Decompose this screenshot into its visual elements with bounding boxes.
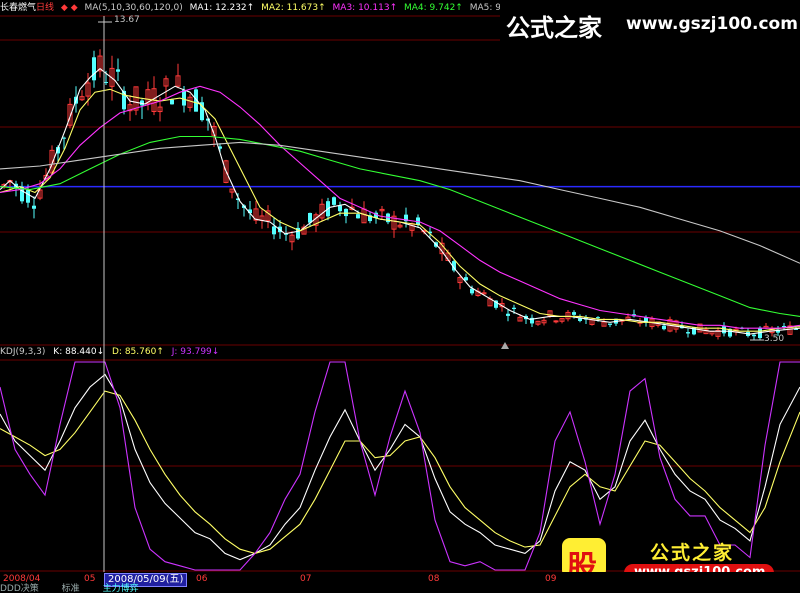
candle-body-down <box>182 90 186 106</box>
candle-body-down <box>596 317 600 319</box>
kdj-line-d <box>0 390 800 554</box>
candle-body-down <box>608 323 612 325</box>
date-label-jul: 07 <box>300 574 312 584</box>
ma-line-ma5 <box>0 141 800 264</box>
kdj-j-value: J: 93.799↓ <box>171 347 220 357</box>
candle-body-down <box>26 190 30 203</box>
watermark-top-title: 公式之家 <box>506 14 602 42</box>
tab-ddd[interactable]: DDD决策 <box>0 584 39 593</box>
low-price-label: 3.50 <box>764 334 785 344</box>
marker-icon: ◆ ◆ <box>60 3 78 13</box>
kdj-label: KDJ(9,3,3) <box>0 347 46 357</box>
candle-body-down <box>356 214 360 219</box>
ma2-value: MA2: 11.673↑ <box>261 3 326 13</box>
candle-body-down <box>512 307 516 310</box>
chart-canvas[interactable] <box>0 0 800 593</box>
price-panel-header: 长春燃气日线 ◆ ◆ MA(5,10,30,60,120,0) MA1: 12.… <box>0 0 500 16</box>
candle-body-down <box>332 197 336 205</box>
candle-body-down <box>752 334 756 337</box>
candle-body-down <box>32 205 36 209</box>
candle-body-down <box>578 318 582 321</box>
candle-body-down <box>572 312 576 315</box>
candle-body-down <box>506 313 510 316</box>
tab-main-force[interactable]: 主力博弈 <box>103 584 139 593</box>
high-price-label: 13.67 <box>114 15 140 25</box>
watermark-bottom-title: 公式之家 <box>650 542 735 564</box>
date-label-aug: 08 <box>428 574 440 584</box>
candle-body-down <box>272 226 276 235</box>
ma5-value: MA5: 9.370↑ <box>469 3 500 13</box>
watermark-top-url: www.gszj100.com <box>626 14 798 34</box>
date-label-sep: 09 <box>545 574 557 584</box>
ma-line-ma1 <box>0 67 800 335</box>
candle-body-down <box>782 326 786 328</box>
kdj-panel-header: KDJ(9,3,3) K: 88.440↓ D: 85.760↑ J: 93.7… <box>0 345 224 359</box>
date-label-jun: 06 <box>196 574 208 584</box>
candle-body-up <box>553 320 559 323</box>
stock-name: 长春燃气 <box>0 3 37 13</box>
ma3-value: MA3: 10.113↑ <box>332 3 398 13</box>
indicator-tabs: DDD决策 标准 主力博弈 <box>0 585 159 593</box>
candle-body-down <box>116 69 120 72</box>
candle-body-down <box>92 57 96 81</box>
ma-params-label: MA(5,10,30,60,120,0) <box>84 3 183 13</box>
candle-body-down <box>722 326 726 334</box>
candle-body-down <box>308 212 312 223</box>
kdj-d-value: D: 85.760↑ <box>112 347 164 357</box>
ma-line-ma2 <box>0 88 800 332</box>
candle-body-down <box>344 208 348 217</box>
candle-body-down <box>338 205 342 212</box>
candle-body-down <box>686 332 690 334</box>
kdj-k-value: K: 88.440↓ <box>53 347 105 357</box>
candle-body-down <box>104 81 108 83</box>
period-label: 日线 <box>36 3 55 13</box>
ma-line-ma3 <box>0 85 800 329</box>
watermark-top: 公式之家 www.gszj100.com <box>500 0 800 48</box>
ma4-value: MA4: 9.742↑ <box>403 3 463 13</box>
tab-standard[interactable]: 标准 <box>62 584 80 593</box>
candle-body-down <box>662 325 666 330</box>
ma1-value: MA1: 12.232↑ <box>189 3 255 13</box>
candle-body-down <box>170 99 174 105</box>
date-label-may: 05 <box>84 574 96 584</box>
stock-chart-window: 长春燃气日线 ◆ ◆ MA(5,10,30,60,120,0) MA1: 12.… <box>0 0 800 593</box>
